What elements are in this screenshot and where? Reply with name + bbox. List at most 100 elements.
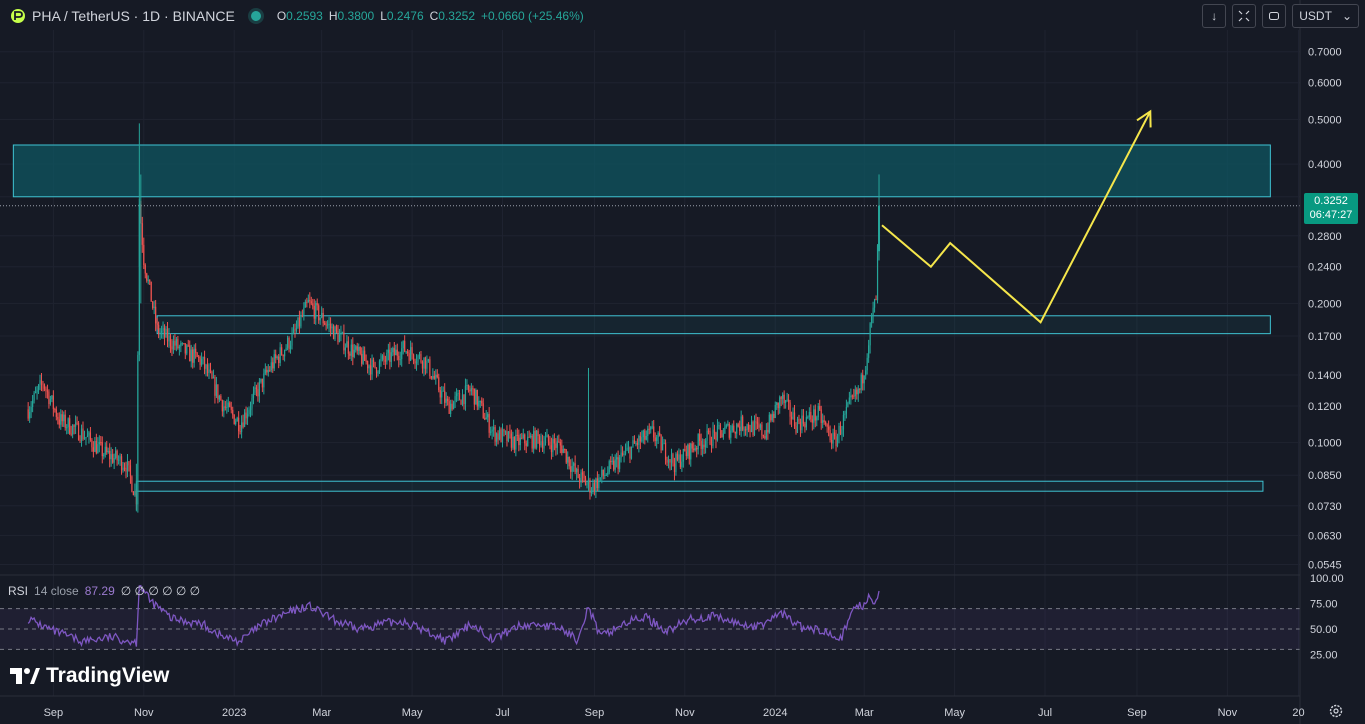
candle-body [534,430,536,448]
candle-body [329,323,332,329]
candle-body [706,430,708,441]
candle-body [36,389,38,393]
candle-body [232,409,234,415]
candle-body [153,306,155,308]
candle-body [494,427,496,442]
candle-body [782,394,784,399]
candle-body [289,345,292,349]
fullscreen-icon[interactable] [1232,4,1257,28]
candle-body [249,408,252,411]
candle-body [279,347,281,363]
time-axis-label: 2024 [763,707,787,719]
candle-body [126,461,129,472]
candle-body [439,390,441,398]
zone-3 [135,480,1264,492]
candle-body [332,326,335,340]
candle-body [570,466,572,472]
rsi-value: 87.29 [84,584,115,598]
candle-body [624,450,627,454]
candle-body [647,428,649,437]
candle-body [203,356,206,369]
candle-body [326,324,329,326]
candle-body [555,443,557,448]
candle-body [811,419,813,423]
candle-body [719,425,722,431]
candle-body [355,346,357,350]
candle-body [500,429,502,443]
candle-body [506,431,508,442]
candle-body [805,416,807,428]
candle-body [72,425,74,435]
symbol-title[interactable]: PHA / TetherUS · 1D · BINANCE [32,8,235,24]
candle-body [487,414,489,418]
candle-body [737,424,739,427]
price-axis-label: 0.0730 [1308,501,1342,513]
candle-body [319,317,321,321]
candle-body [328,323,330,325]
candle-body [160,330,163,333]
candle-body [767,429,769,433]
candle-body [537,430,539,437]
candle-body [325,324,327,326]
candle-body [263,373,265,388]
candle-body [291,333,293,346]
candle-body [707,430,710,432]
candle-body [544,437,547,443]
candle-body [614,459,616,470]
ohlc-open-value: 0.2593 [286,9,323,23]
candle-body [613,460,615,470]
candle-body [209,369,212,372]
candle-body [678,454,680,460]
candle-body [169,335,172,347]
candle-body [218,395,220,400]
candle-body [556,441,558,448]
candle-body [528,436,530,438]
gear-icon[interactable] [1327,702,1345,720]
candle-body [498,429,501,440]
candle-body [565,449,567,463]
candle-body [664,442,667,460]
candle-body [863,375,865,384]
candle-body [162,328,164,331]
download-arrow-icon[interactable]: ↓ [1202,4,1227,28]
snapshot-icon[interactable] [1262,4,1287,28]
candle-body [377,371,379,374]
candle-body [629,447,631,459]
currency-selector[interactable]: USDT ⌄ [1292,4,1359,28]
candle-body [166,328,169,342]
candle-body [801,415,803,431]
tradingview-logo[interactable]: TradingView [10,664,169,688]
candle-body [306,301,308,303]
candle-body [258,381,261,397]
candle-body [433,375,435,379]
candle-body [610,461,612,463]
candle-body [95,441,97,454]
candle-body [181,343,183,345]
zone-1 [12,144,1271,198]
rsi-axis-label: 25.00 [1310,650,1338,662]
rsi-legend[interactable]: RSI 14 close 87.29 ∅ ∅ ∅ ∅ ∅ ∅ [8,584,200,598]
candle-body [374,361,376,368]
candle-body [661,443,664,451]
candle-body [245,412,247,419]
candle-body [802,415,805,424]
ohlc-high-label: H [328,9,338,23]
candle-body [85,436,87,438]
candle-body [426,360,428,369]
candle-body [375,367,378,374]
price-chart[interactable]: 0.70000.60000.50000.40000.34000.28000.24… [0,0,1365,724]
candle-body [52,395,54,410]
candle-body [755,421,757,423]
candle-body [724,427,726,434]
candle-body [410,347,412,361]
candle-body [478,401,480,407]
candle-body [518,434,520,446]
candle-body [372,359,375,362]
candle-body [318,305,320,321]
candle-body [82,428,84,439]
candle-body [278,356,280,363]
candle-body [750,421,753,432]
candle-body [200,358,203,365]
candle-body [276,356,278,359]
candle-body [113,457,115,463]
